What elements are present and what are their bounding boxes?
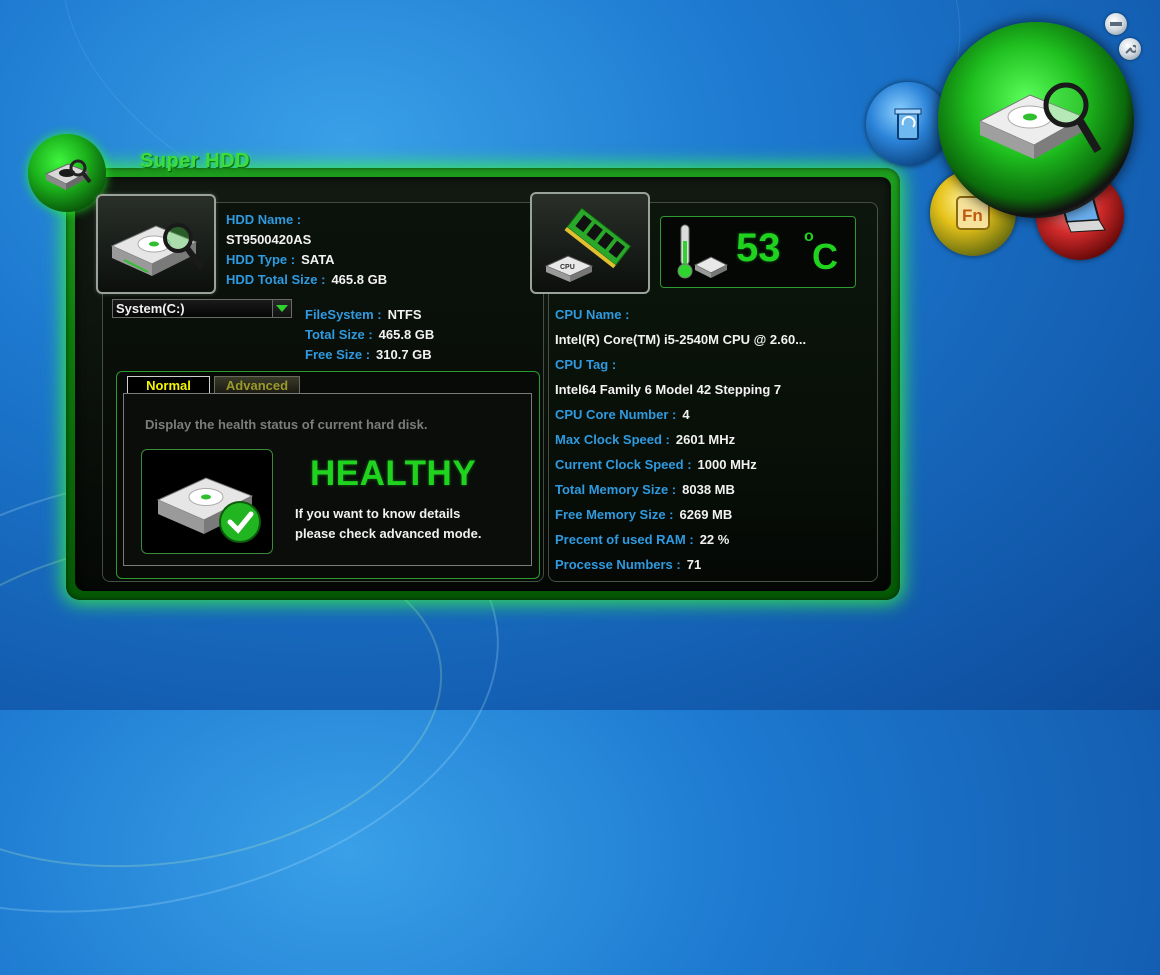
minimize-icon [1110, 22, 1122, 26]
drive-select[interactable]: System(C:) [112, 299, 292, 318]
max-clock-value: 2601 MHz [675, 432, 736, 447]
process-count-label: Processe Numbers : [555, 557, 681, 572]
free-memory-value: 6269 MB [679, 507, 733, 522]
filesystem-label: FileSystem : [305, 307, 382, 322]
total-memory-row: Total Memory Size : 8038 MB [555, 481, 735, 499]
hdd-name-value: ST9500420AS [226, 232, 312, 247]
cpu-cores-label: CPU Core Number : [555, 407, 677, 422]
hdd-magnifier-icon [110, 223, 205, 276]
free-memory-label: Free Memory Size : [555, 507, 674, 522]
tab-normal[interactable]: Normal [127, 376, 210, 393]
drive-free-value: 310.7 GB [376, 347, 432, 362]
ram-cpu-icon: CPU [544, 207, 632, 282]
cpu-name-label: CPU Name : [555, 307, 630, 322]
total-memory-label: Total Memory Size : [555, 482, 677, 497]
cpu-temperature-value: 53 [736, 226, 781, 270]
filesystem-row: FileSystem : NTFS [305, 306, 422, 324]
ram-used-label: Precent of used RAM : [555, 532, 694, 547]
hdd-magnifier-icon [44, 159, 92, 190]
hdd-thumbnail [96, 194, 216, 294]
hdd-check-icon [156, 476, 261, 543]
current-clock-row: Current Clock Speed : 1000 MHz [555, 456, 757, 474]
process-count-row: Processe Numbers : 71 [555, 556, 701, 574]
hdd-type-row: HDD Type : SATA [226, 251, 335, 269]
drive-free-row: Free Size : 310.7 GB [305, 346, 432, 364]
hdd-total-row: HDD Total Size : 465.8 GB [226, 271, 387, 289]
health-hint-line1: If you want to know details [295, 506, 461, 521]
hdd-magnifier-icon [978, 82, 1102, 159]
cpu-cores-value: 4 [682, 407, 690, 422]
hdd-type-label: HDD Type : [226, 252, 296, 267]
hdd-type-value: SATA [301, 252, 335, 267]
hdd-name-label: HDD Name : [226, 212, 302, 227]
health-description: Display the health status of current har… [145, 417, 428, 432]
ram-used-value: 22 % [699, 532, 730, 547]
current-clock-label: Current Clock Speed : [555, 457, 692, 472]
recycle-bin-icon [894, 108, 922, 140]
ram-used-row: Precent of used RAM : 22 % [555, 531, 729, 549]
tab-advanced[interactable]: Advanced [214, 376, 300, 393]
max-clock-label: Max Clock Speed : [555, 432, 670, 447]
cpu-ram-thumbnail: CPU [530, 192, 650, 294]
drive-total-value: 465.8 GB [378, 327, 435, 342]
current-clock-value: 1000 MHz [697, 457, 757, 472]
settings-button[interactable] [1119, 38, 1141, 60]
hdd-total-value: 465.8 GB [331, 272, 388, 287]
total-memory-value: 8038 MB [682, 482, 735, 497]
super-hdd-orb-button[interactable] [938, 22, 1134, 218]
wrench-icon [1125, 44, 1136, 54]
health-status: HEALTHY [310, 454, 477, 493]
cpu-tag-value: Intel64 Family 6 Model 42 Stepping 7 [555, 382, 782, 397]
drive-free-label: Free Size : [305, 347, 371, 362]
temperature-unit: C [812, 236, 838, 277]
thermometer-icon [677, 224, 729, 279]
process-count-value: 71 [686, 557, 702, 572]
hdd-total-label: HDD Total Size : [226, 272, 326, 287]
free-memory-row: Free Memory Size : 6269 MB [555, 506, 732, 524]
app-title: Super HDD [140, 150, 251, 172]
drive-select-value: System(C:) [116, 301, 185, 316]
chevron-down-icon[interactable] [272, 300, 291, 317]
drive-total-row: Total Size : 465.8 GB [305, 326, 434, 344]
drive-total-label: Total Size : [305, 327, 373, 342]
fn-key-label: Fn [962, 206, 983, 225]
cpu-tag-label: CPU Tag : [555, 357, 617, 372]
cpu-cores-row: CPU Core Number : 4 [555, 406, 690, 424]
app-logo-orb[interactable] [28, 134, 106, 212]
cpu-name-value: Intel(R) Core(TM) i5-2540M CPU @ 2.60... [555, 332, 807, 347]
cpu-chip-label: CPU [560, 264, 575, 271]
max-clock-row: Max Clock Speed : 2601 MHz [555, 431, 735, 449]
minimize-button[interactable] [1105, 13, 1127, 35]
health-status-image [141, 449, 273, 554]
health-hint-line2: please check advanced mode. [295, 526, 482, 541]
filesystem-value: NTFS [387, 307, 422, 322]
